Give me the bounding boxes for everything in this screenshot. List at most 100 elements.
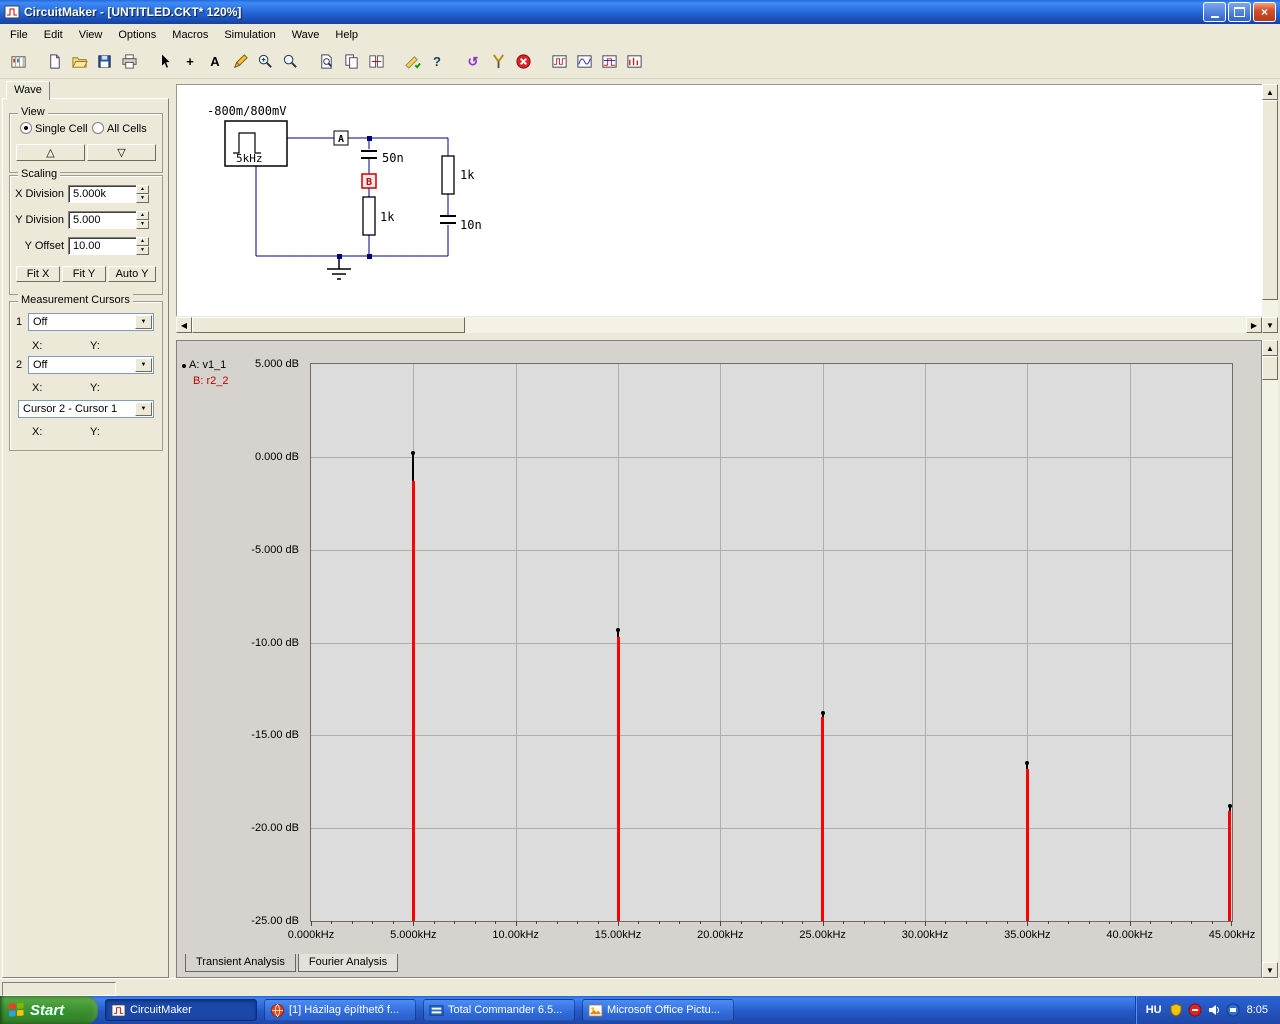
- toolbar-button[interactable]: [314, 50, 338, 73]
- plot-area[interactable]: [310, 363, 1233, 922]
- scroll-right-button[interactable]: ▶: [1246, 317, 1262, 333]
- magnifier-icon: [282, 53, 299, 70]
- toolbar-button[interactable]: [67, 50, 91, 73]
- cursor2-x-label: X:: [32, 382, 43, 394]
- axis-tick: [638, 921, 640, 924]
- x-division-spinner[interactable]: ▲ ▼: [136, 185, 149, 203]
- toolbar-button[interactable]: [153, 50, 177, 73]
- scrollbar-track[interactable]: [1262, 340, 1278, 978]
- close-button[interactable]: ×: [1253, 2, 1276, 22]
- axis-tick: [1088, 921, 1090, 924]
- schematic-v-scrollbar: ▲ ▼: [1262, 84, 1278, 333]
- chevron-down-icon[interactable]: ▼: [135, 315, 152, 329]
- fit-y-button[interactable]: Fit Y: [62, 266, 106, 282]
- axis-tick: [781, 921, 783, 924]
- toolbar-button[interactable]: [622, 50, 646, 73]
- scrollbar-thumb[interactable]: [192, 317, 465, 333]
- ground-icon: [327, 256, 351, 280]
- tab-wave[interactable]: Wave: [6, 81, 50, 100]
- toolbar-button[interactable]: [597, 50, 621, 73]
- scope-icon-4: [626, 53, 643, 70]
- cursor1-dropdown[interactable]: Off ▼: [28, 313, 154, 331]
- toolbar-button[interactable]: [364, 50, 388, 73]
- toolbar-button[interactable]: ?: [425, 50, 449, 73]
- cell-down-button[interactable]: ▽: [87, 144, 156, 161]
- toolbar-button[interactable]: [486, 50, 510, 73]
- scroll-left-button[interactable]: ◀: [176, 317, 192, 333]
- taskbar-button[interactable]: CircuitMaker: [105, 999, 257, 1021]
- y-division-input[interactable]: 5.000: [68, 211, 140, 229]
- toolbar-button[interactable]: [278, 50, 302, 73]
- x-tick-label: 45.00kHz: [1208, 929, 1256, 941]
- taskbar-button[interactable]: [1] Házilag építhető f...: [264, 999, 416, 1021]
- chevron-down-icon[interactable]: ▼: [135, 358, 152, 372]
- toolbar-button[interactable]: ↺: [461, 50, 485, 73]
- x-division-input[interactable]: 5.000k: [68, 185, 140, 203]
- toolbar-button[interactable]: [228, 50, 252, 73]
- schematic-area[interactable]: A B -800m/800mV 5kHz 50n 1k 1k 10n: [176, 84, 1262, 316]
- chevron-down-icon[interactable]: ▼: [135, 402, 152, 416]
- analysis-tab[interactable]: Fourier Analysis: [297, 954, 399, 972]
- tray-msg-icon[interactable]: [1188, 1003, 1202, 1017]
- y-tick-label: -10.00 dB: [251, 636, 299, 649]
- pencil-tool-icon: [232, 53, 249, 70]
- y-axis-labels: 5.000 dB 0.000 dB -5.000 dB -10.00 dB -15.00…: [177, 358, 305, 927]
- minimize-button[interactable]: [1203, 2, 1226, 22]
- view-group-title: View: [18, 106, 48, 118]
- maximize-button[interactable]: [1228, 2, 1251, 22]
- y-tick-label: -25.00 dB: [251, 915, 299, 927]
- toolbar-button[interactable]: [400, 50, 424, 73]
- menu-item[interactable]: Edit: [36, 26, 71, 44]
- capacitor1-value-label: 50n: [382, 151, 404, 165]
- scroll-down-button[interactable]: ▼: [1262, 962, 1278, 978]
- menu-item[interactable]: File: [2, 26, 36, 44]
- menu-item[interactable]: Options: [110, 26, 164, 44]
- cursor-diff-dropdown[interactable]: Cursor 2 - Cursor 1 ▼: [18, 400, 154, 418]
- y-offset-spinner[interactable]: ▲ ▼: [136, 237, 149, 255]
- help-icon: ?: [433, 54, 441, 69]
- toolbar-button[interactable]: [117, 50, 141, 73]
- print-icon: [121, 53, 138, 70]
- y-division-spinner[interactable]: ▲ ▼: [136, 211, 149, 229]
- toolbar-button[interactable]: [253, 50, 277, 73]
- toolbar-button[interactable]: [511, 50, 535, 73]
- single-cell-radio[interactable]: Single Cell: [20, 122, 88, 135]
- tray-network-icon[interactable]: [1226, 1003, 1240, 1017]
- menu-item[interactable]: Help: [327, 26, 366, 44]
- y-offset-input[interactable]: 10.00: [68, 237, 140, 255]
- menu-item[interactable]: Macros: [164, 26, 216, 44]
- toolbar-button[interactable]: [547, 50, 571, 73]
- all-cells-radio[interactable]: All Cells: [92, 122, 147, 135]
- cell-up-button[interactable]: △: [16, 144, 85, 161]
- auto-y-button[interactable]: Auto Y: [108, 266, 156, 282]
- scrollbar-thumb[interactable]: [1262, 356, 1278, 380]
- scroll-down-button[interactable]: ▼: [1262, 317, 1278, 333]
- axis-tick: [474, 921, 476, 924]
- taskbar-button[interactable]: Total Commander 6.5...: [423, 999, 575, 1021]
- toolbar-button[interactable]: +: [178, 50, 202, 73]
- menu-item[interactable]: Simulation: [216, 26, 283, 44]
- toolbar-button[interactable]: [42, 50, 66, 73]
- title-bar: CircuitMaker - [UNTITLED.CKT* 120%] ×: [0, 0, 1280, 24]
- taskbar-button[interactable]: Microsoft Office Pictu...: [582, 999, 734, 1021]
- toolbar-button[interactable]: A: [203, 50, 227, 73]
- picture-task-icon: [588, 1003, 603, 1018]
- volume-icon[interactable]: [1207, 1003, 1221, 1017]
- language-indicator[interactable]: HU: [1146, 1004, 1162, 1016]
- menu-item[interactable]: View: [71, 26, 111, 44]
- tray-shield-icon[interactable]: [1169, 1003, 1183, 1017]
- toolbar-button[interactable]: [339, 50, 363, 73]
- toolbar-button[interactable]: [6, 50, 30, 73]
- fit-x-button[interactable]: Fit X: [16, 266, 60, 282]
- menu-item[interactable]: Wave: [284, 26, 328, 44]
- toolbar-button[interactable]: [572, 50, 596, 73]
- scroll-up-button[interactable]: ▲: [1262, 84, 1278, 100]
- cursor2-dropdown[interactable]: Off ▼: [28, 356, 154, 374]
- source-range-label: -800m/800mV: [207, 104, 286, 118]
- toolbar-button[interactable]: [92, 50, 116, 73]
- scroll-up-button[interactable]: ▲: [1262, 340, 1278, 356]
- start-button[interactable]: Start: [0, 996, 98, 1024]
- scrollbar-thumb[interactable]: [1262, 100, 1278, 300]
- analysis-tab[interactable]: Transient Analysis: [185, 954, 296, 972]
- scaling-group-title: Scaling: [18, 168, 61, 180]
